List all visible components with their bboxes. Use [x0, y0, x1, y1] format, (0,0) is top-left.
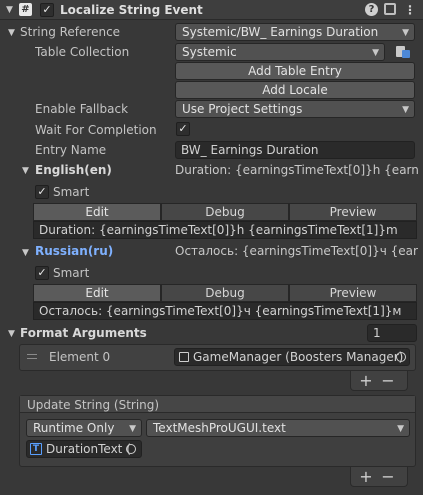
runtime-mode-value: Runtime Only — [33, 421, 115, 435]
tab-debug[interactable]: Debug — [161, 284, 289, 302]
english-smart-checkbox[interactable]: ✓ — [35, 185, 49, 199]
wait-for-completion-checkbox[interactable]: ✓ — [176, 122, 190, 136]
add-locale-button[interactable]: Add Locale — [175, 81, 415, 99]
russian-tab-bar: Edit Debug Preview — [33, 284, 417, 302]
update-string-label: Update String (String) — [27, 398, 160, 412]
target-object-field[interactable]: T DurationText ( — [26, 440, 142, 458]
string-reference-value: Systemic/BW_ Earnings Duration — [182, 25, 379, 39]
string-reference-dropdown[interactable]: Systemic/BW_ Earnings Duration ▼ — [175, 23, 415, 41]
element-0-label: Element 0 — [49, 350, 111, 364]
tab-debug[interactable]: Debug — [161, 203, 289, 221]
table-collection-dropdown[interactable]: Systemic ▼ — [175, 43, 385, 61]
object-picker-icon[interactable] — [396, 352, 406, 362]
drag-handle-icon[interactable] — [27, 354, 37, 359]
component-title: Localize String Event — [60, 3, 203, 17]
format-arguments-foldout-icon[interactable]: ▼ — [8, 328, 15, 340]
entry-name-label: Entry Name — [35, 143, 107, 157]
entry-name-field[interactable]: BW_ Earnings Duration — [175, 141, 415, 159]
dropdown-arrow-icon: ▼ — [397, 424, 404, 434]
enable-fallback-dropdown[interactable]: Use Project Settings ▼ — [175, 100, 415, 118]
gameobject-icon — [179, 352, 189, 362]
russian-foldout-icon[interactable]: ▼ — [22, 247, 29, 259]
function-value: TextMeshProUGUI.text — [153, 421, 286, 435]
string-reference-foldout-icon[interactable]: ▼ — [8, 27, 15, 39]
dropdown-arrow-icon: ▼ — [129, 424, 136, 434]
string-reference-label: String Reference — [20, 25, 121, 39]
wait-for-completion-label: Wait For Completion — [35, 123, 157, 137]
table-collection-label: Table Collection — [35, 45, 130, 59]
format-arguments-label: Format Arguments — [20, 326, 147, 340]
open-table-window-icon[interactable] — [392, 43, 414, 61]
element-0-value: GameManager (Boosters Manager) — [193, 350, 404, 364]
tab-preview[interactable]: Preview — [289, 284, 417, 302]
tab-edit[interactable]: Edit — [33, 284, 161, 302]
table-collection-value: Systemic — [182, 45, 237, 59]
add-listener-button[interactable]: + — [359, 467, 373, 486]
target-picker-icon[interactable] — [126, 444, 136, 454]
help-icon[interactable]: ? — [365, 3, 378, 16]
russian-summary: Осталось: {earningsTimeText[0]}ч {earnin… — [175, 244, 418, 258]
english-summary: Duration: {earningsTimeText[0]}h {earnin… — [175, 163, 418, 177]
english-locale-label: English(en) — [35, 163, 112, 177]
remove-listener-button[interactable]: − — [381, 467, 395, 486]
preset-icon[interactable] — [384, 3, 396, 15]
remove-element-button[interactable]: − — [381, 371, 395, 390]
component-enabled-checkbox[interactable]: ✓ — [40, 3, 54, 17]
dropdown-arrow-icon: ▼ — [402, 28, 409, 38]
russian-smart-checkbox[interactable]: ✓ — [35, 266, 49, 280]
runtime-mode-dropdown[interactable]: Runtime Only ▼ — [26, 419, 142, 437]
foldout-arrow-icon[interactable]: ▼ — [6, 4, 13, 16]
english-text-field[interactable]: Duration: {earningsTimeText[0]}h {earnin… — [33, 221, 417, 239]
enable-fallback-value: Use Project Settings — [182, 102, 303, 116]
format-arguments-count[interactable]: 1 — [367, 324, 417, 342]
format-arguments-list-controls: + − — [350, 371, 408, 391]
english-smart-label: Smart — [53, 185, 90, 199]
english-foldout-icon[interactable]: ▼ — [22, 165, 29, 177]
dropdown-arrow-icon: ▼ — [372, 48, 379, 58]
enable-fallback-label: Enable Fallback — [35, 102, 129, 116]
script-icon: # — [19, 3, 32, 16]
tab-preview[interactable]: Preview — [289, 203, 417, 221]
english-tab-bar: Edit Debug Preview — [33, 203, 417, 221]
update-string-list-controls: + − — [350, 467, 408, 487]
target-object-value: DurationText ( — [46, 442, 131, 456]
russian-locale-label: Russian(ru) — [35, 244, 114, 258]
tab-edit[interactable]: Edit — [33, 203, 161, 221]
element-0-object-field[interactable]: GameManager (Boosters Manager) — [174, 348, 410, 366]
add-table-entry-button[interactable]: Add Table Entry — [175, 62, 415, 80]
russian-smart-label: Smart — [53, 266, 90, 280]
russian-text-field[interactable]: Осталось: {earningsTimeText[0]}ч {earnin… — [33, 302, 417, 320]
context-menu-icon[interactable]: ⋮ — [404, 2, 416, 18]
add-element-button[interactable]: + — [359, 371, 373, 390]
text-component-icon: T — [30, 443, 42, 455]
function-dropdown[interactable]: TextMeshProUGUI.text ▼ — [146, 419, 410, 437]
dropdown-arrow-icon: ▼ — [402, 105, 409, 115]
